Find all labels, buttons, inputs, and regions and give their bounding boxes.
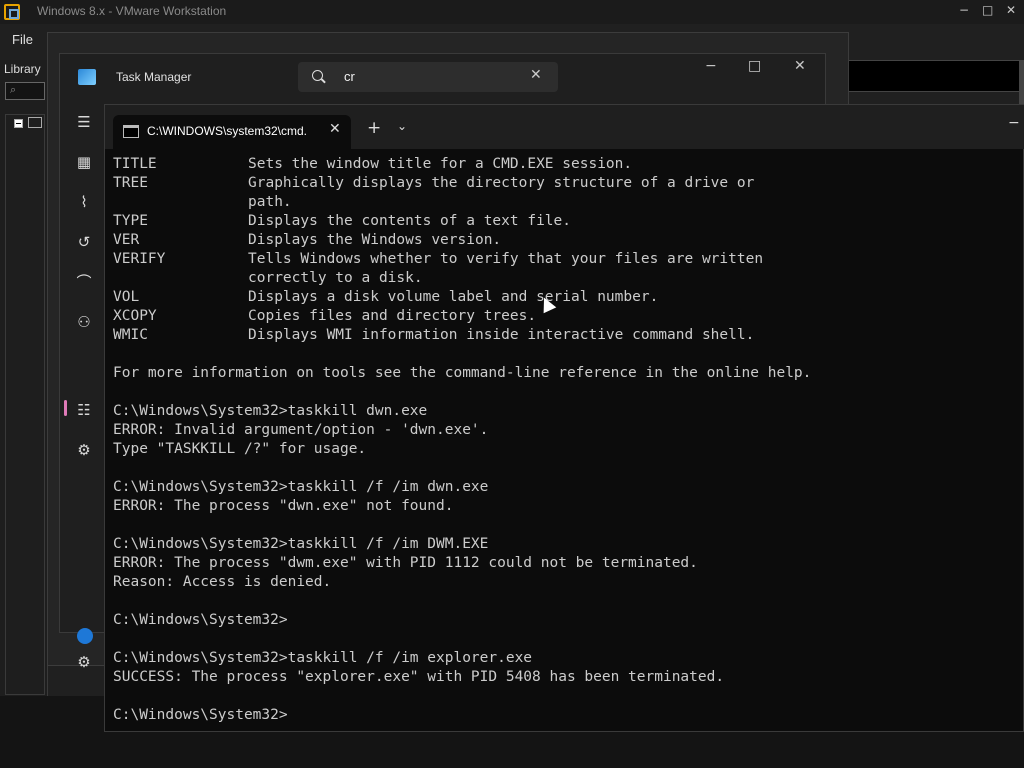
terminal-window: C:\WINDOWS\system32\cmd. ✕ + ⌄ − TITLE Se… [104, 104, 1024, 732]
vmware-logo-icon [4, 4, 20, 20]
help-command: TITLE [113, 156, 157, 172]
new-tab-icon[interactable]: + [367, 118, 381, 138]
menu-file[interactable]: File [12, 32, 33, 47]
terminal-line: C:\Windows\System32>taskkill /f /im dwn.… [113, 479, 489, 495]
performance-icon[interactable]: ⌇ [72, 190, 96, 214]
help-command: TYPE [113, 213, 148, 229]
terminal-line: C:\Windows\System32>taskkill /f /im DWM.… [113, 536, 489, 552]
help-row: correctly to a disk. [113, 269, 1018, 288]
app-history-icon[interactable]: ↺ [72, 230, 96, 254]
help-command: VOL [113, 289, 140, 305]
help-description: path. [248, 194, 292, 210]
clear-search-icon[interactable]: ✕ [530, 67, 542, 83]
terminal-output[interactable]: TITLE Sets the window title for a CMD.EXE… [113, 155, 1018, 725]
library-search-icon: ⌕ [10, 83, 17, 96]
help-row: VOL Displays a disk volume label and seri… [113, 288, 1018, 307]
vmware-library-panel: Library ⌕ [0, 60, 48, 696]
library-title: Library [4, 62, 41, 76]
terminal-line: ERROR: The process "dwn.exe" not found. [113, 498, 454, 514]
task-manager-app-icon [78, 69, 96, 85]
terminal-tabbar: C:\WINDOWS\system32\cmd. ✕ + ⌄ − [105, 105, 1024, 149]
startup-icon[interactable]: ⌒ [72, 270, 96, 294]
tree-collapse-icon[interactable] [14, 119, 23, 128]
vmware-title: Windows 8.x - VMware Workstation [37, 4, 227, 18]
tab-close-icon[interactable]: ✕ [329, 121, 341, 137]
help-description: Displays the contents of a text file. [248, 213, 572, 229]
help-row: TREE Graphically displays the directory s… [113, 174, 1018, 193]
library-search-input[interactable]: ⌕ [5, 82, 45, 100]
chevron-down-icon[interactable]: ⌄ [397, 119, 407, 133]
task-manager-titlebar: Task Manager cr ✕ − □ ✕ [60, 54, 825, 102]
help-command: VERIFY [113, 251, 166, 267]
processes-icon[interactable]: ▦ [72, 150, 96, 174]
help-description: Sets the window title for a CMD.EXE sess… [248, 156, 633, 172]
edge-icon[interactable] [77, 628, 93, 644]
terminal-minimize-button[interactable]: − [1008, 115, 1020, 131]
help-row: TYPE Displays the contents of a text file… [113, 212, 1018, 231]
help-row: VER Displays the Windows version. [113, 231, 1018, 250]
help-command: TREE [113, 175, 148, 191]
services-icon[interactable]: ⚙ [72, 438, 96, 462]
library-tree [5, 114, 45, 695]
settings-icon[interactable]: ⚙ [72, 650, 96, 674]
task-manager-title: Task Manager [116, 70, 192, 84]
terminal-line: C:\Windows\System32>taskkill dwn.exe [113, 403, 428, 419]
help-command: XCOPY [113, 308, 157, 324]
help-row: TITLE Sets the window title for a CMD.EXE… [113, 155, 1018, 174]
help-command: WMIC [113, 327, 148, 343]
help-description: Displays the Windows version. [248, 232, 502, 248]
help-description: Displays WMI information inside interact… [248, 327, 755, 343]
vmware-close-button[interactable]: ✕ [1006, 3, 1016, 17]
tm-minimize-button[interactable]: − [705, 58, 717, 74]
help-command: VER [113, 232, 140, 248]
help-row: XCOPY Copies files and directory trees. [113, 307, 1018, 326]
terminal-line: Reason: Access is denied. [113, 574, 332, 590]
help-description: Graphically displays the directory struc… [248, 175, 755, 191]
terminal-line: ERROR: Invalid argument/option - 'dwn.ex… [113, 422, 489, 438]
help-description: Displays a disk volume label and serial … [248, 289, 659, 305]
command-output: For more information on tools see the co… [113, 345, 1018, 725]
terminal-line: ERROR: The process "dwm.exe" with PID 11… [113, 555, 698, 571]
terminal-line: C:\Windows\System32>taskkill /f /im expl… [113, 650, 533, 666]
help-description: Copies files and directory trees. [248, 308, 537, 324]
details-icon[interactable]: ☷ [72, 398, 96, 422]
help-row: WMIC Displays WMI information inside inte… [113, 326, 1018, 345]
hamburger-icon[interactable]: ☰ [72, 110, 96, 134]
task-manager-sidebar: ☰ ▦ ⌇ ↺ ⌒ ⚇ ☷ ⚙ ⚙ [60, 102, 106, 671]
computer-icon [28, 117, 42, 128]
help-row: path. [113, 193, 1018, 212]
vmware-minimize-button[interactable]: − [959, 3, 969, 17]
terminal-line: C:\Windows\System32> [113, 612, 288, 628]
terminal-line: For more information on tools see the co… [113, 365, 812, 381]
vmware-titlebar: Windows 8.x - VMware Workstation − □ ✕ [0, 0, 1024, 24]
help-description: correctly to a disk. [248, 270, 423, 286]
vm-console-area [848, 60, 1020, 92]
vmware-maximize-button[interactable]: □ [982, 3, 993, 17]
search-icon [312, 70, 323, 81]
active-nav-indicator [64, 400, 67, 416]
help-row: VERIFY Tells Windows whether to verify th… [113, 250, 1018, 269]
tm-maximize-button[interactable]: □ [748, 58, 761, 74]
terminal-line: SUCCESS: The process "explorer.exe" with… [113, 669, 725, 685]
help-description: Tells Windows whether to verify that you… [248, 251, 764, 267]
task-manager-search-input[interactable]: cr ✕ [298, 62, 558, 92]
help-list: TITLE Sets the window title for a CMD.EXE… [113, 155, 1018, 345]
users-icon[interactable]: ⚇ [72, 310, 96, 334]
vm-scrollbar[interactable] [1019, 60, 1024, 104]
terminal-line: Type "TASKKILL /?" for usage. [113, 441, 367, 457]
search-input-value[interactable]: cr [344, 69, 355, 84]
cmd-icon [123, 125, 139, 138]
tm-close-button[interactable]: ✕ [794, 58, 806, 74]
terminal-tab-title: C:\WINDOWS\system32\cmd. [147, 124, 308, 138]
terminal-tab[interactable]: C:\WINDOWS\system32\cmd. ✕ [113, 115, 351, 149]
terminal-line: C:\Windows\System32> [113, 707, 288, 723]
